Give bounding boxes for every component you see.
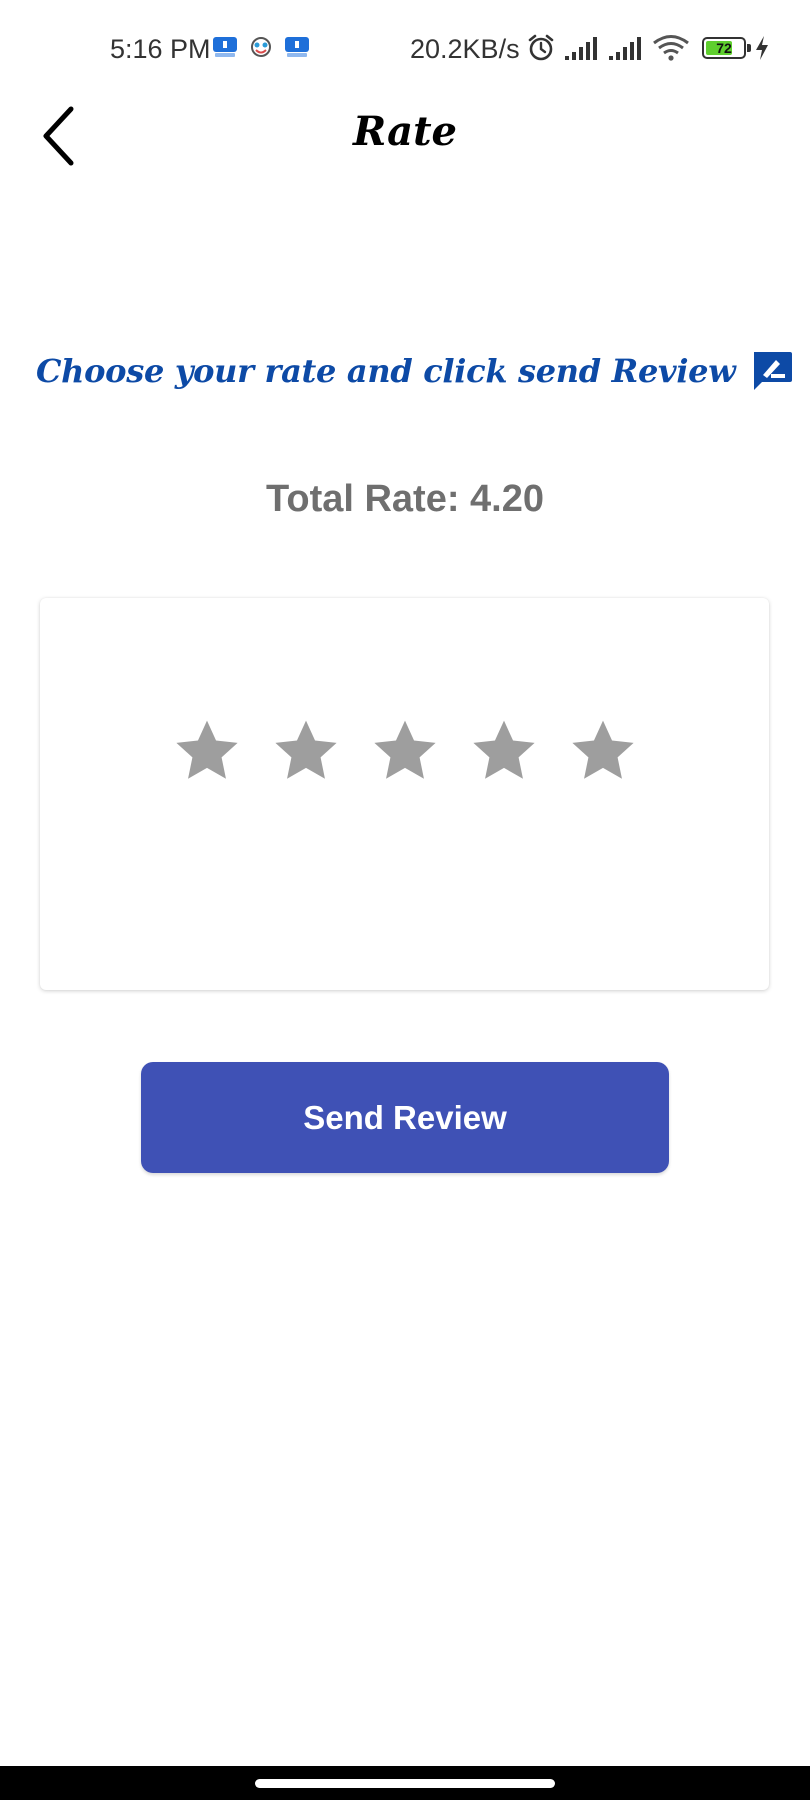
rating-card (40, 598, 769, 990)
wifi-icon (653, 35, 689, 61)
battery-icon: 72 (702, 37, 751, 59)
send-review-button[interactable]: Send Review (141, 1062, 669, 1173)
home-indicator[interactable] (255, 1779, 555, 1788)
instruction-text: Choose your rate and click send Review (36, 352, 736, 390)
signal-icon (609, 37, 641, 60)
rate-review-icon (753, 352, 792, 390)
app-notification-icon (285, 37, 309, 57)
star-4-icon[interactable] (469, 716, 539, 786)
system-icons: 72 (526, 34, 770, 62)
battery-level: 72 (716, 40, 732, 56)
network-speed: 20.2KB/s (410, 34, 520, 64)
face-app-icon (251, 37, 271, 57)
star-3-icon[interactable] (370, 716, 440, 786)
star-2-icon[interactable] (271, 716, 341, 786)
star-rating (40, 716, 769, 786)
status-bar: 5:16 PM 20.2KB/s 72 (0, 0, 810, 100)
app-notification-icon (213, 37, 237, 57)
signal-icon (565, 37, 597, 60)
total-rate: Total Rate: 4.20 (265, 478, 545, 520)
page-title: Rate (352, 108, 457, 155)
system-nav-bar (0, 1766, 810, 1800)
star-5-icon[interactable] (568, 716, 638, 786)
instruction: Choose your rate and click send Review (36, 350, 794, 392)
notification-icons (212, 36, 310, 58)
charging-icon (756, 36, 768, 60)
alarm-icon (528, 34, 554, 61)
star-1-icon[interactable] (172, 716, 242, 786)
status-time: 5:16 PM (110, 34, 211, 64)
